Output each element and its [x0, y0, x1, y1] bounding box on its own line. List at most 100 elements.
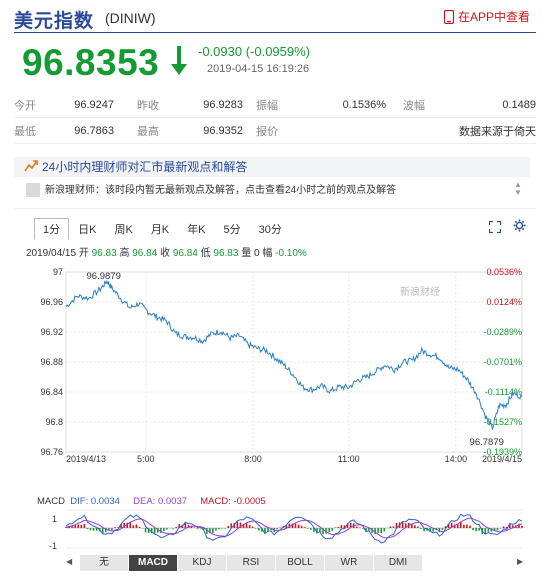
open-label: 开 — [78, 248, 89, 259]
macd-bar — [300, 525, 303, 528]
macd-bar — [377, 528, 379, 533]
macd-bar — [245, 523, 248, 528]
scroll-right-icon[interactable]: ▶ — [517, 557, 523, 566]
indicator-tab-none[interactable]: 无 — [80, 555, 129, 571]
avatar — [26, 183, 40, 198]
macd-bar — [83, 523, 86, 528]
macd-bar — [258, 528, 260, 531]
macd-bar — [138, 526, 141, 528]
macd-bar — [77, 524, 80, 528]
macd-bar — [417, 526, 419, 528]
y-tick-label: 97 — [53, 267, 63, 277]
indicator-tab-boll[interactable]: BOLL — [276, 555, 325, 571]
percent-tick-label: -0.0289% — [483, 327, 522, 337]
macd-bar — [227, 526, 230, 528]
macd-bar — [111, 528, 113, 531]
volume-label: 量 — [241, 248, 252, 259]
dif-line — [65, 513, 523, 544]
percent-tick-label: 0.0536% — [486, 267, 522, 277]
tab-daily[interactable]: 日K — [69, 218, 105, 240]
stats-grid: 今开 96.9247 昨收 96.9283 振幅 0.1536% 波幅 0.14… — [14, 92, 536, 144]
macd-tick: -1 — [49, 541, 57, 551]
stat-value: 0.1536% — [342, 98, 386, 111]
y-tick-label: 96.92 — [40, 327, 63, 337]
indicator-tab-kdj[interactable]: KDJ — [178, 555, 227, 571]
price-change: -0.0930 (-0.0959%) — [198, 44, 311, 59]
x-tick-label: 5:00 — [137, 454, 155, 464]
fullscreen-icon[interactable] — [488, 220, 502, 238]
tab-1min[interactable]: 1分 — [34, 218, 70, 240]
bar-quote-line: 2019/04/15 开 96.83 高 96.84 收 96.84 低 96.… — [26, 244, 307, 259]
tab-yearly[interactable]: 年K — [178, 218, 214, 240]
indicator-tab-rsi[interactable]: RSI — [227, 555, 276, 571]
macd-bar — [141, 528, 144, 529]
macd-bar — [95, 528, 98, 531]
gear-icon[interactable] — [513, 219, 526, 237]
macd-bar — [163, 528, 165, 532]
macd-bar — [144, 528, 147, 533]
macd-bar — [469, 525, 471, 528]
macd-bar — [463, 524, 465, 528]
down-arrow-icon — [170, 44, 188, 83]
macd-bar — [267, 528, 269, 532]
phone-icon — [443, 9, 454, 24]
macd-bar — [114, 527, 116, 528]
macd-bar — [472, 528, 474, 531]
indicator-tab-wr[interactable]: WR — [325, 555, 374, 571]
stat-label: 今开 — [14, 99, 36, 112]
macd-bar — [89, 528, 92, 531]
price-line-series — [65, 280, 523, 430]
tab-monthly[interactable]: 月K — [142, 218, 178, 240]
scroll-left-icon[interactable]: ◀ — [66, 557, 72, 566]
macd-bar — [340, 525, 343, 528]
open-in-app-link[interactable]: 在APP中查看 — [443, 8, 530, 25]
x-tick-label: 2019/4/15 — [482, 454, 522, 464]
macd-bar — [331, 528, 334, 531]
intraday-chart[interactable]: 97 96.96 96.92 96.88 96.84 96.8 96.76 0.0536% 0… — [0, 262, 550, 554]
macd-bar — [420, 528, 422, 529]
stat-value: 96.7863 — [74, 124, 114, 137]
analyst-message[interactable]: 新浪理财师：该时段内暂无最新观点及解答，点击查看24小时之前的观点及解答 — [26, 181, 526, 201]
macd-bar — [172, 528, 174, 529]
chart-grid — [65, 271, 523, 453]
close-label: 收 — [160, 248, 171, 259]
analyst-notice-header[interactable]: 24小时内理财师对汇市最新观点和解答 — [14, 157, 530, 177]
macd-bar — [218, 528, 220, 530]
x-axis-labels: 2019/4/13 5:00 8:00 11:00 14:00 2019/4/15 — [66, 454, 522, 464]
tab-5min[interactable]: 5分 — [215, 218, 250, 240]
macd-bar — [389, 526, 392, 528]
indicator-tabs: 无 MACD KDJ RSI BOLL WR DMI — [80, 555, 423, 571]
macd-bar — [411, 524, 413, 528]
percent-tick-label: -0.0701% — [483, 357, 522, 367]
stat-value: 0.1489 — [502, 98, 536, 111]
macd-grid — [66, 509, 522, 549]
indicator-tab-macd[interactable]: MACD — [129, 555, 178, 571]
tab-weekly[interactable]: 周K — [105, 218, 141, 240]
chevron-down-icon[interactable]: ▼ — [514, 189, 522, 197]
stat-value: 96.9247 — [74, 98, 114, 111]
tab-30min[interactable]: 30分 — [250, 218, 291, 240]
macd-bar — [166, 528, 168, 530]
symbol-code: (DINIW) — [105, 10, 156, 26]
page-title: 美元指数 — [14, 11, 95, 32]
macd-readout: MACD DIF: 0.0034 DEA: 0.0037 MACD: -0.00… — [37, 496, 266, 507]
y-tick-label: 96.76 — [40, 447, 63, 457]
quote-timestamp: 2019-04-15 16:19:26 — [207, 63, 310, 75]
analyst-message-text: 新浪理财师：该时段内暂无最新观点及解答，点击查看24小时之前的观点及解答 — [45, 185, 397, 196]
quote-date: 2019/04/15 — [26, 248, 77, 259]
section-divider — [14, 208, 536, 209]
high-label: 高 — [119, 248, 130, 259]
indicator-tab-dmi[interactable]: DMI — [374, 555, 423, 571]
macd-tick: 1 — [52, 514, 57, 524]
macd-bar — [86, 528, 89, 529]
macd-bar — [297, 524, 300, 528]
macd-bar — [276, 528, 278, 530]
open-in-app-label: 在APP中查看 — [457, 10, 530, 24]
percent-tick-label: -0.1114% — [485, 387, 522, 397]
y-tick-label: 96.8 — [45, 417, 63, 427]
y-tick-label: 96.96 — [40, 297, 63, 307]
scroll-arrows[interactable]: ▲ ▼ — [514, 181, 522, 197]
macd-name: MACD — [37, 496, 65, 507]
macd-bar — [294, 523, 297, 528]
macd-bar — [215, 528, 217, 531]
